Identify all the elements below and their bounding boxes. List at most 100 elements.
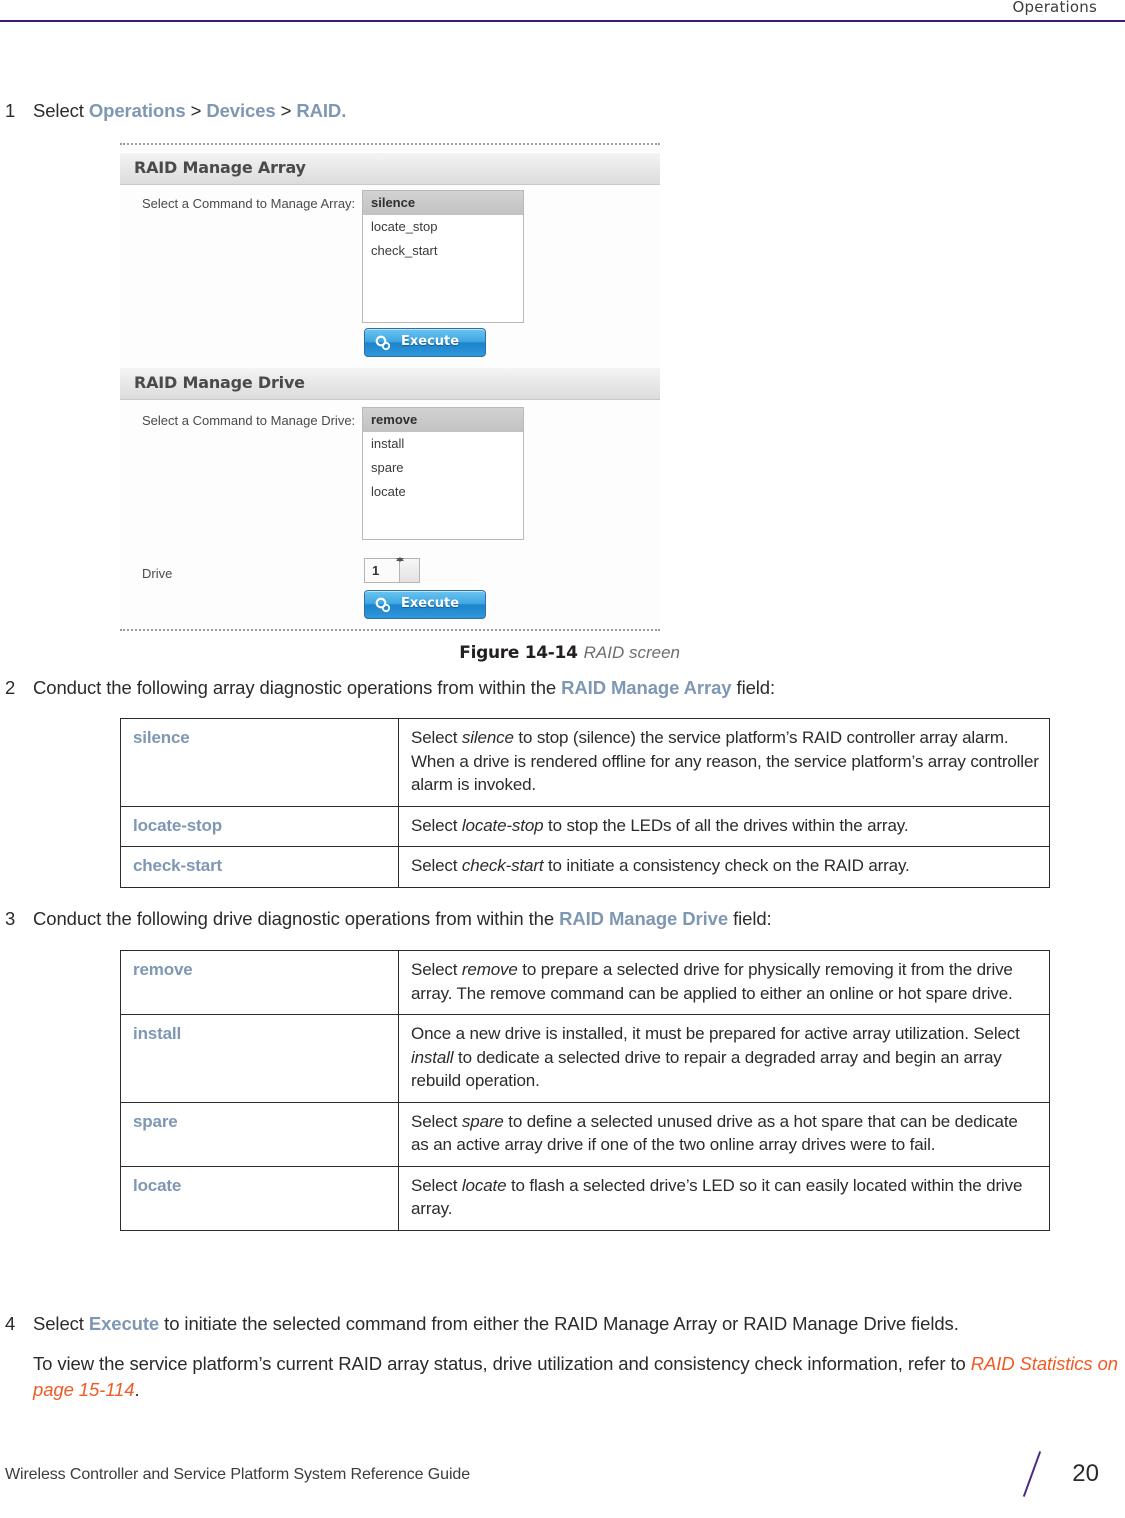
table-row: locate-stop Select locate-stop to stop t… (120, 805, 1050, 847)
table-cell-key: locate (120, 1165, 399, 1231)
table-row: install Once a new drive is installed, i… (120, 1014, 1050, 1103)
chapter-title: Operations (1012, 0, 1097, 16)
step-4-note: To view the service platform’s current R… (0, 1351, 1125, 1403)
table-row: silence Select silence to stop (silence)… (120, 718, 1050, 807)
step-4-text-post: to initiate the selected command from ei… (159, 1313, 959, 1334)
execute-button-array-label: Execute (401, 334, 460, 349)
desc-seg-1: Select (411, 728, 462, 747)
step-1-lead: Select (33, 100, 89, 121)
page-header: Operations (0, 0, 1125, 22)
panel-title-manage-array: RAID Manage Array (134, 158, 306, 177)
nav-sep-2: > (275, 100, 297, 121)
desc-seg-1: Select (411, 856, 462, 875)
step-4-number: 4 (5, 1313, 16, 1334)
step-3-field-name: RAID Manage Drive (559, 908, 729, 929)
desc-italic: silence (461, 728, 514, 747)
label-drive: Drive (142, 566, 173, 581)
desc-italic: locate-stop (461, 815, 544, 835)
step-4-execute-reference: Execute (88, 1313, 160, 1334)
gear-icon (374, 334, 391, 351)
listbox-manage-drive[interactable]: remove install spare locate (362, 407, 524, 540)
desc-italic: remove (461, 960, 518, 979)
table-cell-description: Select locate to flash a selected drive’… (398, 1165, 1050, 1231)
page-footer: Wireless Controller and Service Platform… (0, 1451, 1125, 1498)
table-row: locate Select locate to flash a selected… (120, 1165, 1050, 1231)
figure-caption-title: RAID screen (583, 643, 680, 662)
step-3-text-pre: Conduct the following drive diagnostic o… (33, 908, 560, 929)
desc-seg-2: to dedicate a selected drive to repair a… (411, 1047, 1002, 1091)
step-3-text-post: field: (728, 908, 772, 929)
listbox-option-locate[interactable]: locate (363, 480, 523, 504)
gear-icon (374, 596, 391, 613)
figure-caption: Figure 14-14 RAID screen (120, 643, 680, 663)
nav-operations[interactable]: Operations (89, 100, 186, 121)
nav-devices[interactable]: Devices (206, 100, 275, 121)
listbox-manage-array[interactable]: silence locate_stop check_start (362, 190, 524, 323)
table-cell-key: silence (120, 718, 399, 807)
desc-seg-2: to initiate a consistency check on the R… (543, 856, 910, 875)
step-1-number: 1 (5, 100, 16, 121)
figure-caption-number: Figure 14-14 (459, 643, 578, 663)
table-cell-description: Select check-start to initiate a consist… (398, 846, 1050, 888)
table-cell-key: check-start (120, 846, 399, 888)
table-cell-key: spare (120, 1101, 399, 1167)
note-text-post: . (134, 1379, 140, 1400)
desc-seg-1: Select (411, 960, 462, 979)
panel-title-manage-drive: RAID Manage Drive (134, 373, 305, 392)
table-cell-description: Select spare to define a selected unused… (398, 1101, 1050, 1167)
desc-seg-1: Select (411, 815, 462, 835)
desc-seg-1: Select (411, 1111, 462, 1131)
table-cell-description: Select silence to stop (silence) the ser… (398, 718, 1050, 807)
listbox-option-remove[interactable]: remove (363, 408, 523, 432)
desc-seg-1: Select (411, 1175, 462, 1195)
listbox-option-locate-stop[interactable]: locate_stop (363, 215, 523, 239)
drive-number-stepper[interactable]: 1 (364, 557, 420, 583)
desc-seg-2: to stop the LEDs of all the drives withi… (543, 815, 909, 835)
nav-sep-1: > (185, 100, 207, 121)
table-cell-description: Select locate-stop to stop the LEDs of a… (398, 805, 1050, 847)
execute-button-drive[interactable]: Execute (364, 590, 486, 619)
footer-slash-decoration (1022, 1451, 1042, 1497)
step-2-text-pre: Conduct the following array diagnostic o… (33, 677, 562, 698)
step-2-number: 2 (5, 677, 16, 698)
execute-button-array[interactable]: Execute (364, 328, 486, 357)
page-number: 20 (1072, 1460, 1099, 1487)
listbox-option-spare[interactable]: spare (363, 456, 523, 480)
step-2-text-post: field: (731, 677, 776, 698)
table-cell-key: remove (120, 950, 399, 1015)
figure-screenshot: RAID Manage Array Select a Command to Ma… (120, 145, 660, 629)
guide-title: Wireless Controller and Service Platform… (5, 1466, 470, 1483)
desc-italic: locate (461, 1175, 507, 1195)
nav-raid[interactable]: RAID. (296, 100, 346, 121)
step-1: 1 Select Operations > Devices > RAID. (0, 98, 1125, 124)
desc-italic: install (411, 1047, 454, 1067)
header-divider (0, 20, 1125, 22)
table-row: spare Select spare to define a selected … (120, 1101, 1050, 1167)
table-row: check-start Select check-start to initia… (120, 846, 1050, 888)
drive-number-value: 1 (372, 563, 380, 578)
stepper-controls[interactable] (396, 557, 419, 582)
table-row: remove Select remove to prepare a select… (120, 950, 1050, 1015)
step-4-text-pre: Select (33, 1313, 89, 1334)
table-cell-description: Select remove to prepare a selected driv… (398, 950, 1050, 1015)
step-2-field-name: RAID Manage Array (561, 677, 732, 698)
desc-italic: check-start (461, 856, 544, 875)
note-text-pre: To view the service platform’s current R… (33, 1353, 971, 1374)
label-select-command-array: Select a Command to Manage Array: (142, 196, 356, 211)
table-cell-key: install (120, 1014, 399, 1103)
step-3: 3 Conduct the following drive diagnostic … (0, 906, 1125, 932)
listbox-option-check-start[interactable]: check_start (363, 239, 523, 263)
panel-header-manage-array: RAID Manage Array (120, 153, 660, 185)
table-raid-manage-array: silence Select silence to stop (silence)… (120, 718, 1050, 888)
listbox-option-install[interactable]: install (363, 432, 523, 456)
table-cell-key: locate-stop (120, 805, 399, 847)
table-raid-manage-drive: remove Select remove to prepare a select… (120, 950, 1050, 1231)
desc-italic: spare (461, 1111, 504, 1131)
arrow-down-icon (396, 558, 404, 562)
table-cell-description: Once a new drive is installed, it must b… (398, 1014, 1050, 1103)
figure-bottom-border (120, 629, 660, 631)
step-3-number: 3 (5, 908, 16, 929)
panel-header-manage-drive: RAID Manage Drive (120, 368, 660, 400)
figure-raid-screen: RAID Manage Array Select a Command to Ma… (120, 143, 660, 631)
listbox-option-silence[interactable]: silence (363, 191, 523, 215)
